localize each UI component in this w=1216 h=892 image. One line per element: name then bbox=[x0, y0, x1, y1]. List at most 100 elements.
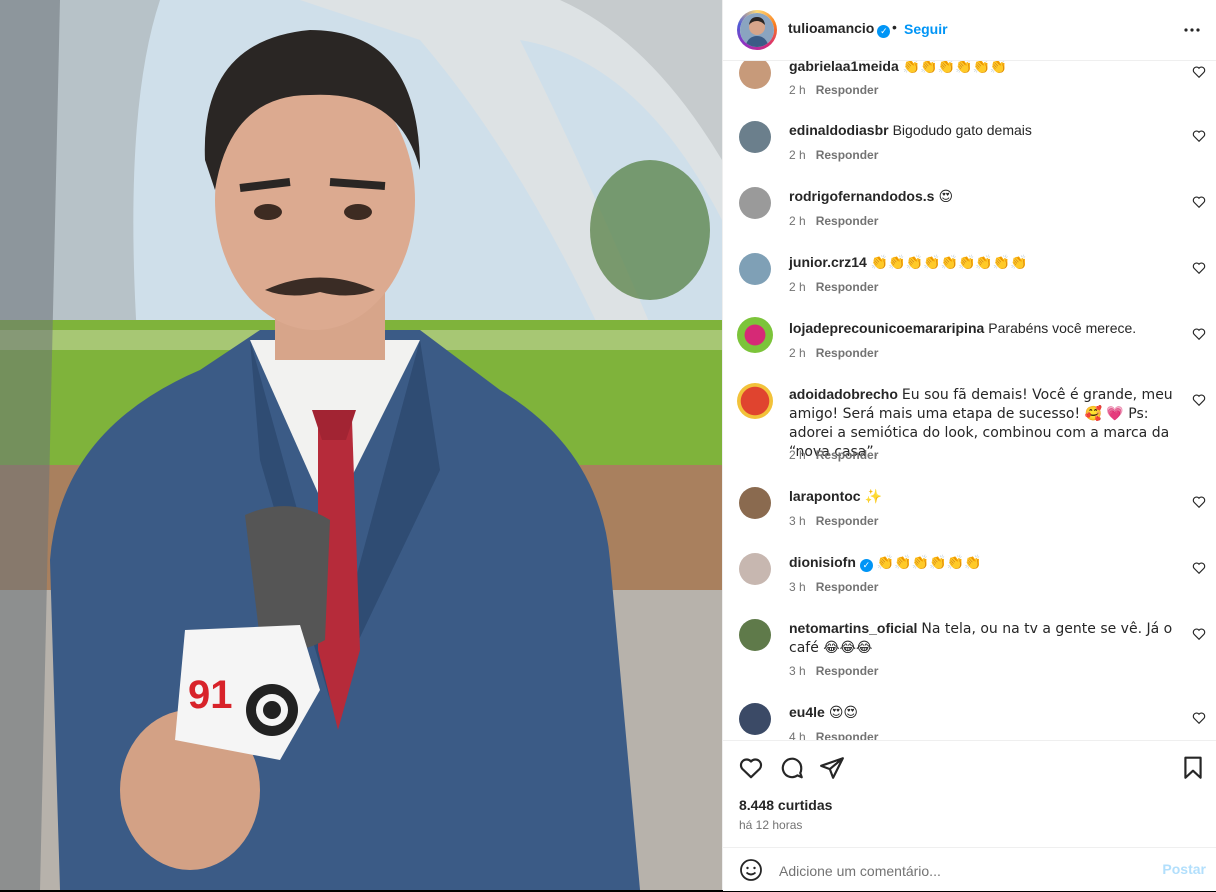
comment-item: junior.crz14 👏👏👏👏👏👏👏👏👏 2 h Responder bbox=[723, 247, 1216, 313]
commenter-username[interactable]: gabrielaa1meida bbox=[789, 61, 899, 74]
comment-meta: 3 h Responder bbox=[789, 664, 878, 678]
comment-meta: 3 h Responder bbox=[789, 514, 878, 528]
comment-time: 2 h bbox=[789, 448, 806, 462]
comment-time: 2 h bbox=[789, 148, 806, 162]
post-comment-button[interactable]: Postar bbox=[1162, 861, 1206, 877]
reply-button[interactable]: Responder bbox=[816, 214, 879, 228]
comment-meta: 4 h Responder bbox=[789, 730, 878, 740]
add-comment-bar: Postar bbox=[723, 847, 1216, 892]
commenter-avatar[interactable] bbox=[739, 121, 771, 153]
comment-like-heart-icon[interactable] bbox=[1192, 561, 1206, 575]
reply-button[interactable]: Responder bbox=[816, 83, 879, 97]
comment-time: 3 h bbox=[789, 580, 806, 594]
commenter-username[interactable]: larapontoc bbox=[789, 488, 861, 504]
reply-button[interactable]: Responder bbox=[816, 346, 879, 360]
post-side-panel: tulioamancio ✓ • Seguir gabrielaa1meida 👏👏… bbox=[722, 0, 1216, 891]
author-username[interactable]: tulioamancio bbox=[788, 20, 874, 36]
comment-text: Parabéns você merece. bbox=[988, 320, 1137, 336]
comment-item: edinaldodiasbr Bigodudo gato demais 2 h Re… bbox=[723, 115, 1216, 181]
comment-input[interactable] bbox=[777, 858, 1141, 884]
comment-like-heart-icon[interactable] bbox=[1192, 711, 1206, 725]
comment-meta: 2 h Responder bbox=[789, 83, 878, 97]
commenter-avatar[interactable] bbox=[739, 703, 771, 735]
emoji-icon[interactable] bbox=[739, 858, 763, 882]
comment-time: 4 h bbox=[789, 730, 806, 740]
commenter-avatar[interactable] bbox=[739, 553, 771, 585]
comment-like-heart-icon[interactable] bbox=[1192, 393, 1206, 407]
commenter-avatar[interactable] bbox=[739, 619, 771, 651]
comment-like-heart-icon[interactable] bbox=[1192, 327, 1206, 341]
commenter-username[interactable]: lojadeprecounicoemararipina bbox=[789, 320, 984, 336]
post-actions: 8.448 curtidas há 12 horas Postar bbox=[723, 740, 1216, 891]
post-time-ago: há 12 horas bbox=[739, 818, 803, 832]
comment-meta: 2 h Responder bbox=[789, 448, 878, 462]
comment-time: 2 h bbox=[789, 280, 806, 294]
author-avatar[interactable] bbox=[737, 10, 777, 50]
comment-text: 😍 bbox=[938, 189, 954, 205]
reply-button[interactable]: Responder bbox=[816, 514, 879, 528]
commenter-username[interactable]: edinaldodiasbr bbox=[789, 122, 889, 138]
comment-text: 👏👏👏👏👏👏👏👏👏 bbox=[870, 255, 1028, 271]
commenter-username[interactable]: eu4le bbox=[789, 704, 825, 720]
reply-button[interactable]: Responder bbox=[816, 148, 879, 162]
verified-badge-icon: ✓ bbox=[877, 25, 891, 38]
commenter-username[interactable]: dionisiofn bbox=[789, 554, 856, 570]
bookmark-icon[interactable] bbox=[1180, 755, 1206, 781]
comment-item: netomartins_oficial Na tela, ou na tv a g… bbox=[723, 613, 1216, 697]
share-icon[interactable] bbox=[819, 755, 845, 781]
comment-text: ✨ bbox=[864, 489, 883, 505]
comment-like-heart-icon[interactable] bbox=[1192, 65, 1206, 79]
reply-button[interactable]: Responder bbox=[816, 730, 879, 740]
comment-meta: 2 h Responder bbox=[789, 148, 878, 162]
comment-text: 👏👏👏👏👏👏 bbox=[876, 555, 982, 571]
separator-dot: • bbox=[892, 19, 897, 35]
commenter-username[interactable]: netomartins_oficial bbox=[789, 620, 917, 636]
post-header: tulioamancio ✓ • Seguir bbox=[723, 0, 1216, 61]
author-avatar-image bbox=[740, 13, 774, 47]
commenter-avatar[interactable] bbox=[737, 317, 773, 353]
more-horizontal-icon[interactable] bbox=[1180, 18, 1204, 42]
comment-like-heart-icon[interactable] bbox=[1192, 129, 1206, 143]
commenter-username[interactable]: rodrigofernandodos.s bbox=[789, 188, 934, 204]
commenter-avatar[interactable] bbox=[739, 487, 771, 519]
comment-icon[interactable] bbox=[779, 755, 805, 781]
follow-button[interactable]: Seguir bbox=[904, 21, 948, 37]
author-username-row[interactable]: tulioamancio ✓ bbox=[788, 20, 891, 38]
reply-button[interactable]: Responder bbox=[816, 664, 879, 678]
mic-number: 91 bbox=[188, 673, 233, 717]
comment-like-heart-icon[interactable] bbox=[1192, 195, 1206, 209]
comment-meta: 3 h Responder bbox=[789, 580, 878, 594]
commenter-avatar[interactable] bbox=[739, 253, 771, 285]
comment-meta: 2 h Responder bbox=[789, 214, 878, 228]
comment-like-heart-icon[interactable] bbox=[1192, 261, 1206, 275]
commenter-avatar[interactable] bbox=[739, 187, 771, 219]
reply-button[interactable]: Responder bbox=[816, 580, 879, 594]
comment-like-heart-icon[interactable] bbox=[1192, 495, 1206, 509]
comment-item: rodrigofernandodos.s 😍 2 h Responder bbox=[723, 181, 1216, 247]
commenter-username[interactable]: junior.crz14 bbox=[789, 254, 867, 270]
reply-button[interactable]: Responder bbox=[816, 280, 879, 294]
comments-list[interactable]: gabrielaa1meida 👏👏👏👏👏👏 2 h Responder edina… bbox=[723, 61, 1216, 740]
post-photo[interactable]: 91 bbox=[0, 0, 722, 890]
comment-text: 😍😍 bbox=[828, 705, 859, 721]
comment-time: 2 h bbox=[789, 346, 806, 360]
comment-meta: 2 h Responder bbox=[789, 280, 878, 294]
reply-button[interactable]: Responder bbox=[816, 448, 879, 462]
comment-item: gabrielaa1meida 👏👏👏👏👏👏 2 h Responder bbox=[723, 61, 1216, 115]
comment-time: 2 h bbox=[789, 214, 806, 228]
comment-text: Bigodudo gato demais bbox=[892, 122, 1032, 138]
comment-item: dionisiofn ✓ 👏👏👏👏👏👏 3 h Responder bbox=[723, 547, 1216, 613]
heart-icon[interactable] bbox=[738, 755, 764, 781]
comment-item: adoidadobrecho Eu sou fã demais! Você é g… bbox=[723, 379, 1216, 481]
comment-text: 👏👏👏👏👏👏 bbox=[902, 61, 1008, 75]
post-photo-illustration: 91 bbox=[0, 0, 722, 890]
likes-count[interactable]: 8.448 curtidas bbox=[739, 797, 832, 813]
comment-item: larapontoc ✨ 3 h Responder bbox=[723, 481, 1216, 547]
comment-item: lojadeprecounicoemararipina Parabéns você… bbox=[723, 313, 1216, 379]
commenter-avatar[interactable] bbox=[737, 383, 773, 419]
comment-time: 3 h bbox=[789, 664, 806, 678]
comment-like-heart-icon[interactable] bbox=[1192, 627, 1206, 641]
commenter-username[interactable]: adoidadobrecho bbox=[789, 386, 898, 402]
commenter-avatar[interactable] bbox=[739, 61, 771, 89]
comment-time: 2 h bbox=[789, 83, 806, 97]
